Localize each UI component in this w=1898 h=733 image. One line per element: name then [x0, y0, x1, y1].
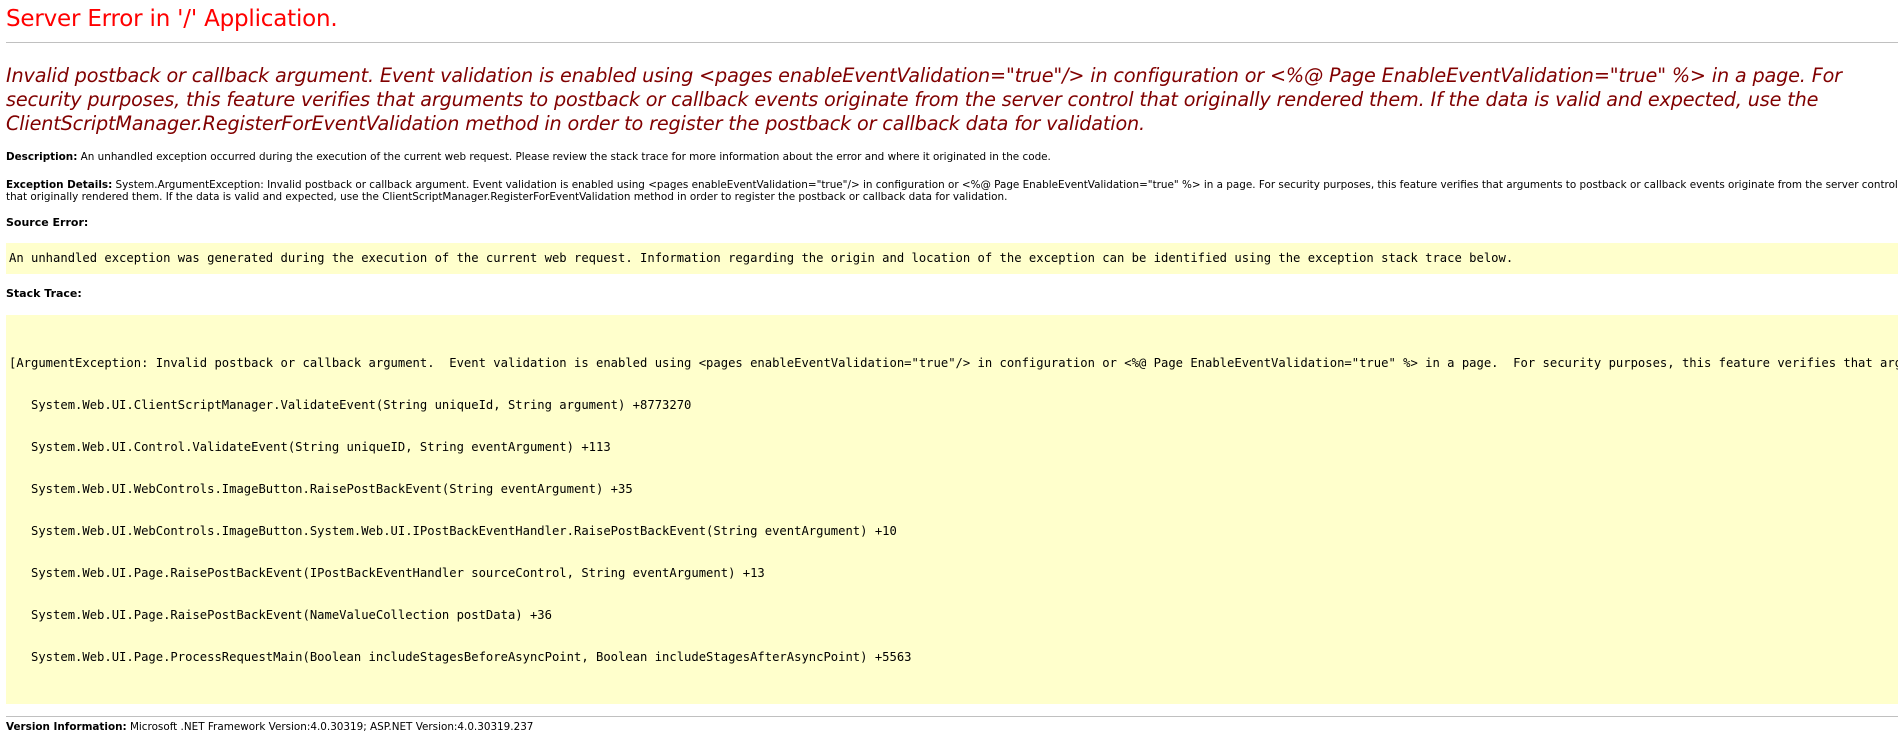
stack-trace-line: System.Web.UI.Control.ValidateEvent(Stri…	[9, 440, 611, 454]
source-error-box: An unhandled exception was generated dur…	[6, 243, 1898, 274]
description-label: Description:	[6, 151, 78, 163]
stack-trace-line: System.Web.UI.Page.RaisePostBackEvent(Na…	[9, 608, 552, 622]
source-error-label: Source Error:	[6, 216, 89, 229]
stack-trace-line: System.Web.UI.ClientScriptManager.Valida…	[9, 398, 692, 412]
stack-trace-line: [ArgumentException: Invalid postback or …	[9, 356, 1898, 370]
stack-trace-line: System.Web.UI.WebControls.ImageButton.Ra…	[9, 482, 633, 496]
description-section: Description: An unhandled exception occu…	[6, 151, 1898, 163]
stack-trace-line: System.Web.UI.Page.ProcessRequestMain(Bo…	[9, 650, 912, 664]
page-title: Server Error in '/' Application.	[6, 6, 338, 32]
version-label: Version Information:	[6, 721, 127, 733]
version-text: Microsoft .NET Framework Version:4.0.303…	[126, 721, 534, 733]
stack-trace-box: [ArgumentException: Invalid postback or …	[6, 315, 1898, 704]
exception-details-text: System.ArgumentException: Invalid postba…	[6, 179, 1898, 203]
title-divider	[6, 42, 1898, 43]
exception-details-label: Exception Details:	[6, 179, 113, 191]
error-page: Server Error in '/' Application. Invalid…	[0, 0, 1898, 733]
source-error-text: An unhandled exception was generated dur…	[9, 251, 1514, 265]
exception-details-section: Exception Details: System.ArgumentExcept…	[6, 179, 1898, 203]
stack-trace-line: System.Web.UI.Page.RaisePostBackEvent(IP…	[9, 566, 765, 580]
stack-trace-label: Stack Trace:	[6, 287, 82, 300]
version-information: Version Information: Microsoft .NET Fram…	[6, 721, 1898, 733]
description-text: An unhandled exception occurred during t…	[77, 151, 1051, 163]
error-message: Invalid postback or callback argument. E…	[6, 64, 1842, 135]
stack-trace-line: System.Web.UI.WebControls.ImageButton.Sy…	[9, 524, 897, 538]
footer-divider	[6, 716, 1898, 717]
